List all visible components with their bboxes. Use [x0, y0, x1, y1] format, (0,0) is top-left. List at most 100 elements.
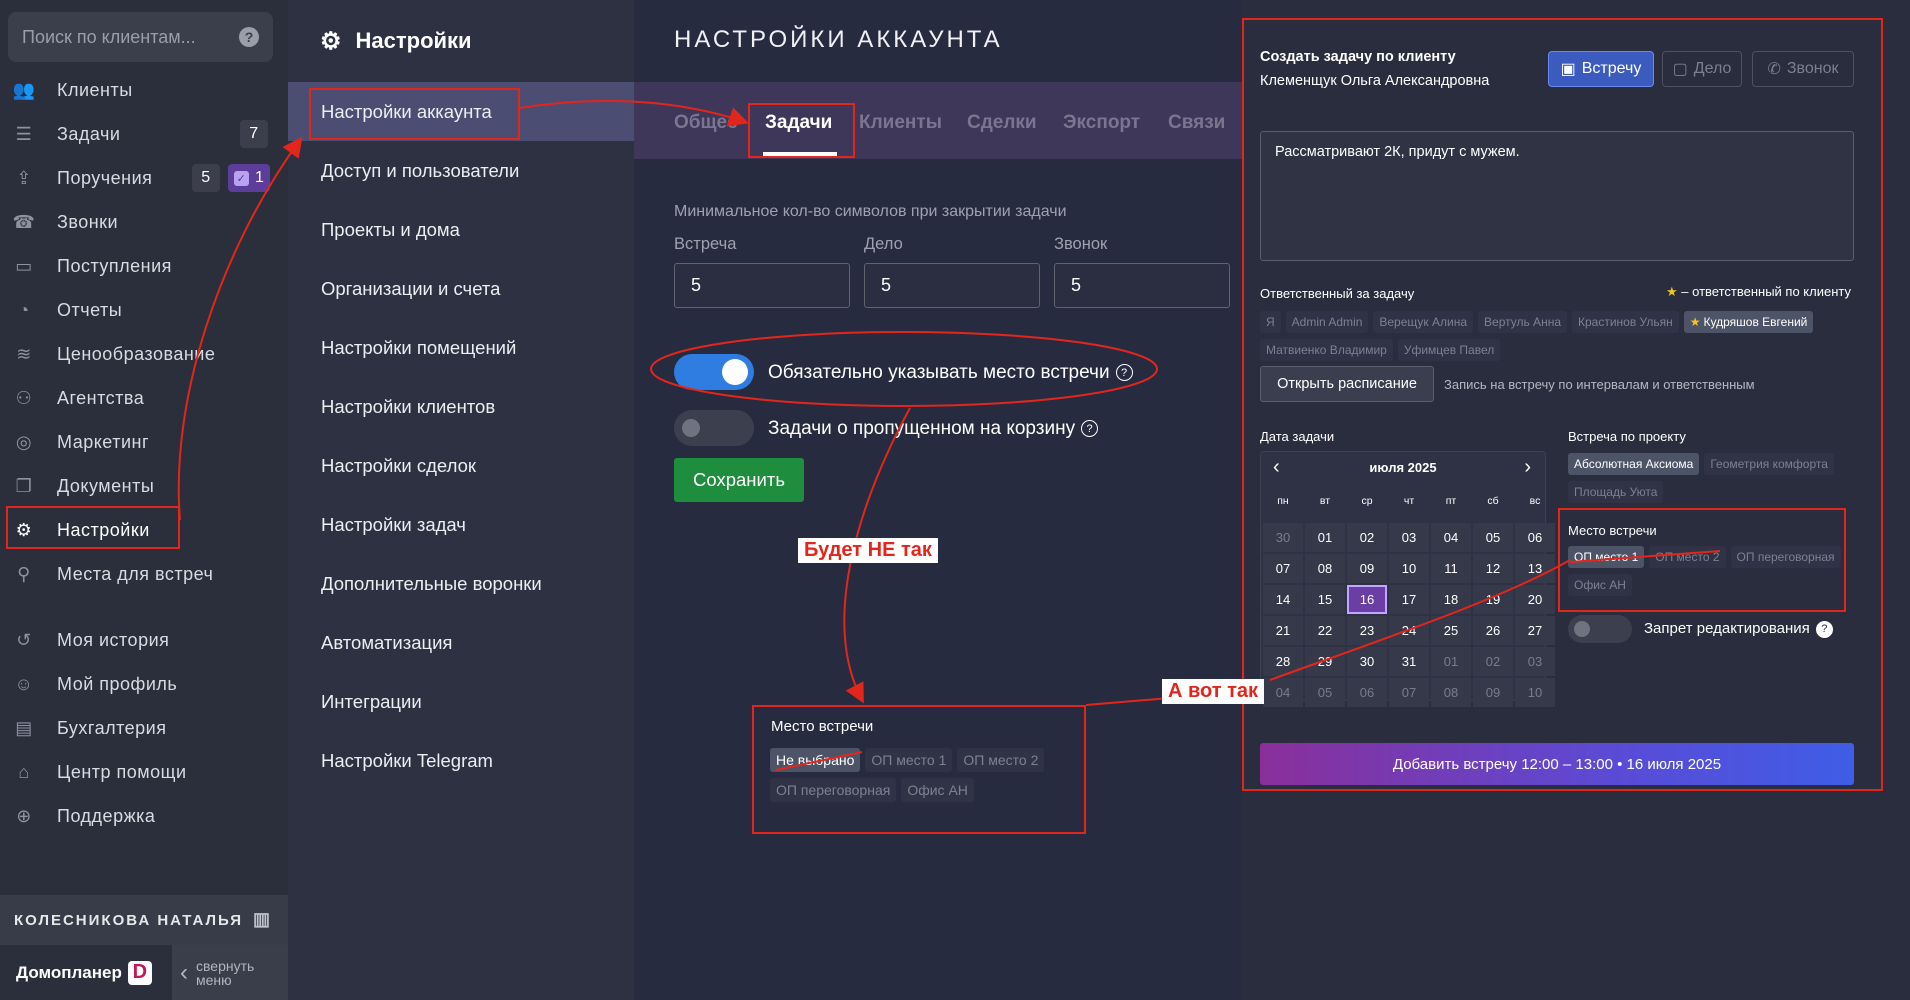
- tab-clients[interactable]: Клиенты: [859, 112, 942, 134]
- annotation-wrong-label: Будет НЕ так: [798, 538, 938, 563]
- sidebar-item-documents[interactable]: ❐ Документы: [0, 464, 288, 508]
- sidebar-item-calls[interactable]: ☎ Звонки: [0, 200, 288, 244]
- page-title: НАСТРОЙКИ АККАУНТА: [674, 26, 1003, 53]
- settings-menu-header: ⚙ Настройки: [288, 0, 634, 82]
- sidebar-item-label: Центр помощи: [57, 761, 187, 782]
- sidebar-item-label: Ценообразование: [57, 343, 216, 364]
- settings-item-deals[interactable]: Настройки сделок: [288, 436, 634, 495]
- meeting-min-chars-input[interactable]: 5: [674, 263, 850, 308]
- sidebar-item-label: Поступления: [57, 255, 172, 276]
- annotation-box-tasks-tab: [748, 103, 855, 158]
- pie-chart-icon: ◔: [18, 299, 30, 320]
- question-icon[interactable]: ?: [1081, 420, 1099, 438]
- sidebar-item-label: Клиенты: [57, 79, 133, 100]
- require-place-toggle[interactable]: [674, 354, 754, 390]
- annotation-box-place-correct: [1558, 508, 1846, 612]
- wrong-place-chips: Не выбрано ОП место 1 ОП место 2 ОП перегов…: [770, 748, 1070, 808]
- sidebar-item-payments[interactable]: ▭ Поступления: [0, 244, 288, 288]
- settings-item-organizations[interactable]: Организации и счета: [288, 259, 634, 318]
- wrong-place-title: Место встречи: [771, 718, 874, 735]
- tab-export[interactable]: Экспорт: [1063, 112, 1140, 134]
- check-icon: ✓: [234, 170, 249, 186]
- save-button[interactable]: Сохранить: [674, 458, 804, 502]
- require-place-text: Обязательно указывать место встречи: [768, 362, 1110, 383]
- chevron-left-icon: ‹: [180, 958, 188, 986]
- sidebar-item-label: Отчеты: [57, 299, 123, 320]
- brand: Домопланер D: [0, 945, 172, 1000]
- settings-item-automation[interactable]: Автоматизация: [288, 613, 634, 672]
- sidebar-item-support[interactable]: ⊕ Поддержка: [0, 794, 288, 838]
- sidebar-item-label: Поручения: [57, 167, 153, 188]
- place-chip: ОП место 2: [957, 748, 1045, 772]
- sidebar-item-label: Бухгалтерия: [57, 717, 167, 738]
- place-chip: Офис АН: [901, 778, 974, 802]
- sidebar-item-profile[interactable]: ☺ Мой профиль: [0, 662, 288, 706]
- meeting-label: Встреча: [674, 235, 737, 253]
- missed-to-trash-toggle[interactable]: [674, 410, 754, 446]
- call-min-chars-input[interactable]: 5: [1054, 263, 1230, 308]
- assignments-done-badge: ✓ 1: [228, 164, 271, 192]
- missed-to-trash-label: Задачи о пропущенном на корзину?: [768, 418, 1099, 440]
- sidebar-item-accounting[interactable]: ▤ Бухгалтерия: [0, 706, 288, 750]
- settings-item-clients[interactable]: Настройки клиентов: [288, 377, 634, 436]
- sidebar-item-reports[interactable]: ◔ Отчеты: [0, 288, 288, 332]
- assignments-count-badge: 5: [192, 164, 220, 192]
- collapse-line2: меню: [196, 971, 232, 988]
- place-chip: ОП переговорная: [770, 778, 897, 802]
- settings-item-tasks[interactable]: Настройки задач: [288, 495, 634, 554]
- settings-item-projects[interactable]: Проекты и дома: [288, 200, 634, 259]
- target-icon: ◎: [15, 431, 33, 452]
- settings-menu: ⚙ Настройки Настройки аккаунта Доступ и п…: [288, 0, 634, 1000]
- sidebar-item-label: Мой профиль: [57, 673, 178, 694]
- task-label: Дело: [864, 235, 903, 253]
- annotation-box-task-panel: [1242, 18, 1883, 791]
- sidebar-item-help-center[interactable]: ⌂ Центр помощи: [0, 750, 288, 794]
- inbox-icon: ⇪: [16, 167, 32, 188]
- agency-icon: ⚇: [15, 387, 33, 408]
- account-settings: НАСТРОЙКИ АККАУНТА Общее Задачи Клиенты …: [634, 0, 1242, 1000]
- support-icon: ⊕: [16, 805, 32, 826]
- collapse-menu-button[interactable]: ‹ свернуть меню: [172, 945, 288, 1000]
- sidebar-item-assignments[interactable]: ⇪ Поручения 5 ✓ 1: [0, 156, 288, 200]
- settings-item-integrations[interactable]: Интеграции: [288, 672, 634, 731]
- location-icon: ⚲: [17, 563, 31, 584]
- tab-general[interactable]: Общее: [674, 112, 738, 134]
- sidebar-item-marketing[interactable]: ◎ Маркетинг: [0, 420, 288, 464]
- tab-links[interactable]: Связи: [1168, 112, 1225, 134]
- history-icon: ↺: [16, 629, 32, 650]
- task-min-chars-input[interactable]: 5: [864, 263, 1040, 308]
- settings-item-access[interactable]: Доступ и пользователи: [288, 141, 634, 200]
- search-placeholder: Поиск по клиентам...: [22, 26, 196, 47]
- sidebar-item-label: Места для встреч: [57, 563, 214, 584]
- settings-menu-title: Настройки: [355, 28, 472, 53]
- collapse-label: свернуть меню: [196, 959, 254, 987]
- sidebar: Поиск по клиентам... ? 👥 Клиенты ☰ Задачи 7…: [0, 0, 288, 1000]
- sidebar-item-agencies[interactable]: ⚇ Агентства: [0, 376, 288, 420]
- question-icon[interactable]: ?: [1115, 364, 1133, 382]
- user-bar[interactable]: КОЛЕСНИКОВА НАТАЛЬЯ ▥: [0, 895, 288, 945]
- sidebar-item-label: Моя история: [57, 629, 170, 650]
- user-name: КОЛЕСНИКОВА НАТАЛЬЯ: [14, 911, 244, 929]
- sidebar-item-label: Задачи: [57, 123, 121, 144]
- wallet-icon: ▭: [15, 255, 33, 276]
- sidebar-item-label: Маркетинг: [57, 431, 150, 452]
- tab-deals[interactable]: Сделки: [967, 112, 1037, 134]
- settings-item-premises[interactable]: Настройки помещений: [288, 318, 634, 377]
- profile-icon: ☺: [14, 673, 34, 694]
- brand-name: Домопланер: [16, 962, 122, 982]
- help-icon[interactable]: ?: [239, 27, 259, 47]
- sidebar-item-meeting-places[interactable]: ⚲ Места для встреч: [0, 552, 288, 596]
- call-label: Звонок: [1054, 235, 1108, 253]
- place-chip: ОП место 1: [865, 748, 953, 772]
- sidebar-item-tasks[interactable]: ☰ Задачи 7: [0, 112, 288, 156]
- sidebar-item-history[interactable]: ↺ Моя история: [0, 618, 288, 662]
- sidebar-item-clients[interactable]: 👥 Клиенты: [0, 68, 288, 112]
- annotation-box-settings: [6, 506, 180, 549]
- sidebar-item-pricing[interactable]: ≋ Ценообразование: [0, 332, 288, 376]
- settings-item-funnels[interactable]: Дополнительные воронки: [288, 554, 634, 613]
- building-icon[interactable]: ▥: [253, 909, 272, 930]
- search-input[interactable]: Поиск по клиентам... ?: [8, 12, 273, 62]
- sidebar-item-label: Звонки: [57, 211, 119, 232]
- sidebar-item-label: Агентства: [57, 387, 145, 408]
- settings-item-telegram[interactable]: Настройки Telegram: [288, 731, 634, 790]
